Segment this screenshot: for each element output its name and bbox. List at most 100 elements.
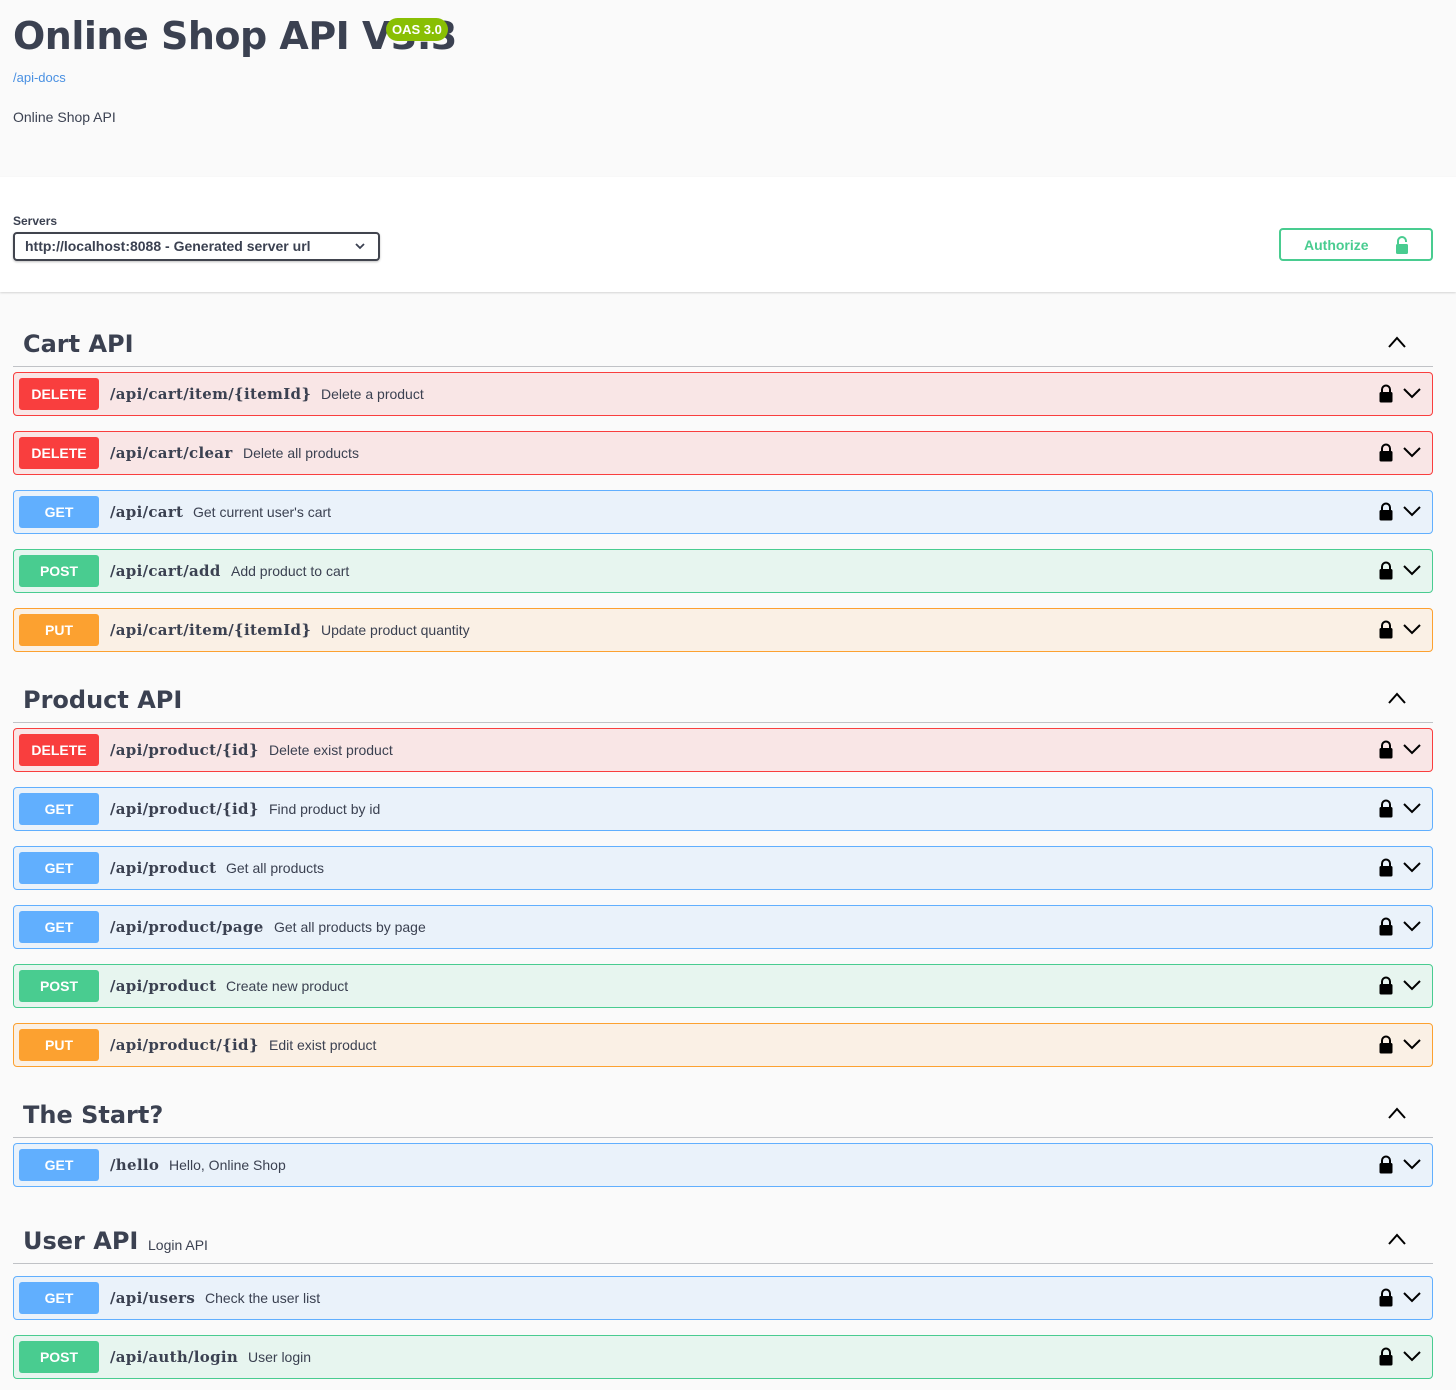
lock-icon[interactable] (1379, 1035, 1393, 1054)
api-info: Online Shop API V3.3 OAS 3.0 /api-docs O… (0, 0, 1456, 177)
lock-icon[interactable] (1379, 1288, 1393, 1307)
tag-section: Product API DELETE/api/product/{id} Delete… (13, 671, 1433, 1073)
operation-summary: Create new product (226, 978, 349, 994)
chevron-down-icon (1403, 862, 1421, 873)
unlock-icon (1396, 236, 1408, 254)
operation-path: /api/product (110, 859, 217, 877)
operation-get[interactable]: GET/api/cart Get current user's cart (13, 490, 1433, 534)
tag-title: Product API (23, 686, 183, 714)
operation-path: /api/product (110, 977, 217, 995)
operation-summary: Check the user list (205, 1290, 321, 1306)
tag-header[interactable]: Product API (13, 671, 1433, 723)
method-badge: POST (19, 555, 99, 587)
oas-version-badge: OAS 3.0 (386, 18, 448, 41)
operation-delete[interactable]: DELETE/api/product/{id} Delete exist prod… (13, 728, 1433, 772)
lock-icon[interactable] (1379, 917, 1393, 936)
method-badge: GET (19, 852, 99, 884)
method-badge: GET (19, 1282, 99, 1314)
operation-path: /api/product/page (110, 918, 264, 936)
operation-summary: Update product quantity (321, 622, 470, 638)
tag-description: Login API (148, 1237, 208, 1253)
lock-icon[interactable] (1379, 502, 1393, 521)
tag-header[interactable]: Cart API (13, 315, 1433, 367)
chevron-down-icon (1403, 506, 1421, 517)
chevron-up-icon (1388, 1233, 1406, 1245)
tag-title: Cart API (23, 330, 134, 358)
operation-get[interactable]: GET/api/users Check the user list (13, 1276, 1433, 1320)
operation-post[interactable]: POST/api/auth/login User login (13, 1335, 1433, 1379)
chevron-down-icon (1403, 1039, 1421, 1050)
operation-get[interactable]: GET/api/product/{id} Find product by id (13, 787, 1433, 831)
lock-icon[interactable] (1379, 1155, 1393, 1174)
operation-path: /api/auth/login (110, 1348, 239, 1366)
operation-post[interactable]: POST/api/cart/add Add product to cart (13, 549, 1433, 593)
method-badge: DELETE (19, 378, 99, 410)
chevron-down-icon (1403, 1351, 1421, 1362)
operation-summary: Get all products (226, 860, 325, 876)
chevron-down-icon (1403, 921, 1421, 932)
lock-icon[interactable] (1379, 620, 1393, 639)
operation-delete[interactable]: DELETE/api/cart/item/{itemId} Delete a pr… (13, 372, 1433, 416)
operation-get[interactable]: GET/hello Hello, Online Shop (13, 1143, 1433, 1187)
chevron-down-icon (355, 243, 365, 250)
method-badge: GET (19, 496, 99, 528)
scheme-container: Servers http://localhost:8088 - Generate… (0, 177, 1456, 292)
api-description: Online Shop API (13, 109, 116, 125)
operation-summary: Hello, Online Shop (169, 1157, 286, 1173)
operation-get[interactable]: GET/api/product Get all products (13, 846, 1433, 890)
chevron-down-icon (1403, 1159, 1421, 1170)
chevron-up-icon (1388, 1107, 1406, 1119)
tag-header[interactable]: The Start? (13, 1086, 1433, 1138)
servers-label: Servers (13, 214, 58, 228)
lock-icon[interactable] (1379, 443, 1393, 462)
operation-post[interactable]: POST/api/product Create new product (13, 964, 1433, 1008)
api-docs-link[interactable]: /api-docs (13, 70, 66, 85)
operation-summary: Add product to cart (231, 563, 350, 579)
lock-icon[interactable] (1379, 561, 1393, 580)
operation-get[interactable]: GET/api/product/page Get all products by … (13, 905, 1433, 949)
authorize-button[interactable]: Authorize (1279, 228, 1433, 261)
operation-path: /api/product/{id} (110, 741, 259, 759)
lock-icon[interactable] (1379, 799, 1393, 818)
method-badge: DELETE (19, 734, 99, 766)
operation-summary: Get current user's cart (193, 504, 332, 520)
server-select-value: http://localhost:8088 - Generated server… (25, 238, 311, 254)
method-badge: GET (19, 911, 99, 943)
lock-icon[interactable] (1379, 384, 1393, 403)
method-badge: GET (19, 1149, 99, 1181)
tag-section: The Start? GET/hello Hello, Online Shop (13, 1086, 1433, 1193)
operation-path: /api/cart/add (110, 562, 221, 580)
tag-header[interactable]: User API Login API (13, 1212, 1433, 1264)
method-badge: POST (19, 970, 99, 1002)
chevron-down-icon (1403, 447, 1421, 458)
authorize-label: Authorize (1304, 237, 1369, 253)
operation-path: /api/cart/item/{itemId} (110, 385, 312, 403)
lock-icon[interactable] (1379, 858, 1393, 877)
tag-title: The Start? (23, 1101, 164, 1129)
server-select[interactable]: http://localhost:8088 - Generated server… (13, 232, 380, 261)
operation-summary: Delete all products (243, 445, 359, 461)
lock-icon[interactable] (1379, 1347, 1393, 1366)
operation-summary: Get all products by page (274, 919, 426, 935)
lock-icon[interactable] (1379, 740, 1393, 759)
chevron-down-icon (1403, 803, 1421, 814)
chevron-down-icon (1403, 744, 1421, 755)
chevron-down-icon (1403, 1292, 1421, 1303)
method-badge: DELETE (19, 437, 99, 469)
operation-put[interactable]: PUT/api/product/{id} Edit exist product (13, 1023, 1433, 1067)
operation-path: /api/cart/item/{itemId} (110, 621, 312, 639)
operation-put[interactable]: PUT/api/cart/item/{itemId} Update product… (13, 608, 1433, 652)
operation-delete[interactable]: DELETE/api/cart/clear Delete all products (13, 431, 1433, 475)
lock-icon[interactable] (1379, 976, 1393, 995)
chevron-down-icon (1403, 565, 1421, 576)
method-badge: PUT (19, 614, 99, 646)
tag-title: User API (23, 1227, 139, 1255)
operation-summary: Delete a product (321, 386, 424, 402)
operation-summary: Edit exist product (269, 1037, 377, 1053)
chevron-up-icon (1388, 692, 1406, 704)
operation-path: /api/users (110, 1289, 196, 1307)
operation-path: /api/cart/clear (110, 444, 233, 462)
operation-path: /api/cart (110, 503, 184, 521)
operation-path: /hello (110, 1156, 160, 1174)
method-badge: POST (19, 1341, 99, 1373)
